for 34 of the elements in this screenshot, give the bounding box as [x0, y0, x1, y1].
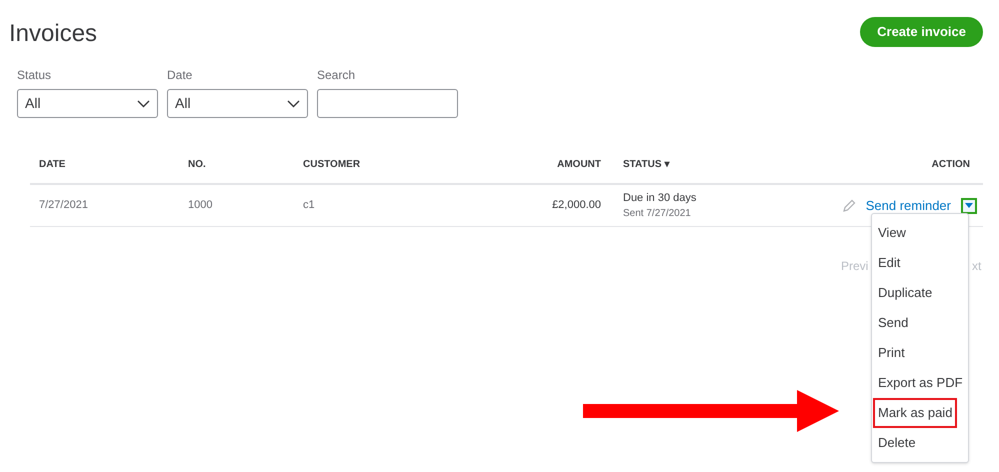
menu-item[interactable]: Edit [875, 250, 904, 276]
menu-item[interactable]: Print [875, 340, 908, 366]
status-detail: Sent 7/27/2021 [623, 207, 692, 222]
filter-label: Status [17, 67, 52, 84]
filter-label: Date [167, 67, 194, 84]
column-header: AMOUNT [557, 158, 601, 172]
table-cell: 7/27/2021 [39, 199, 88, 212]
menu-item[interactable]: Mark as paid [875, 400, 956, 426]
send-reminder-link[interactable]: Send reminder [866, 196, 951, 216]
pencil-icon[interactable] [842, 198, 856, 212]
column-header: CUSTOMER [303, 158, 360, 172]
dropdown-toggle[interactable] [961, 198, 977, 214]
chevron-down-icon [137, 100, 150, 108]
table-cell: 1000 [188, 199, 212, 212]
column-header: ACTION [932, 158, 970, 172]
menu-item[interactable]: Duplicate [875, 280, 936, 306]
menu-item[interactable]: View [875, 220, 909, 246]
column-header[interactable]: STATUS ▾ [623, 156, 670, 172]
table-cell: c1 [303, 199, 315, 212]
page-title: Invoices [9, 19, 98, 49]
table-cell-text: £2,000.00 [552, 198, 601, 214]
column-header: NO. [188, 158, 206, 172]
arrow-icon [583, 390, 839, 432]
chevron-down-icon [287, 100, 300, 108]
dropdown-field[interactable]: All [167, 89, 308, 118]
caret-icon [965, 203, 973, 208]
column-header: DATE [39, 158, 66, 172]
search-field[interactable] [317, 89, 458, 118]
menu-item[interactable]: Export as PDF [875, 370, 966, 396]
dropdown-field[interactable]: All [17, 89, 158, 118]
status-text: Due in 30 days [623, 190, 698, 206]
filter-label: Search [317, 67, 356, 84]
menu-item[interactable]: Delete [875, 430, 919, 456]
menu-item[interactable]: Send [875, 310, 912, 336]
